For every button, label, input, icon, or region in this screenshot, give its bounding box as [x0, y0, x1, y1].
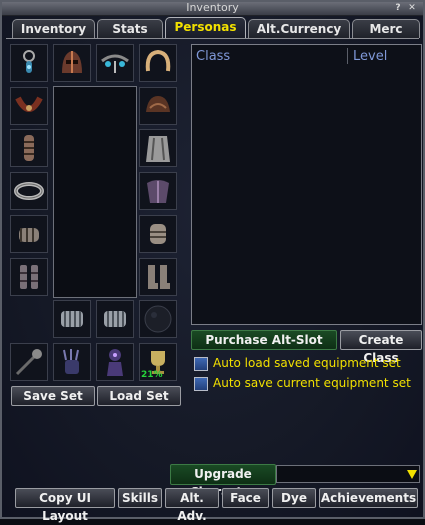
- tab-divider: [6, 38, 419, 39]
- gauntlet-icon: [19, 228, 39, 242]
- dropdown-arrow-icon[interactable]: [405, 468, 419, 481]
- dye-button[interactable]: Dye: [272, 488, 316, 508]
- leggings-icon: [20, 265, 38, 289]
- auto-save-label: Auto save current equipment set: [213, 376, 411, 390]
- neck-slot[interactable]: [10, 87, 48, 125]
- earring-icon: [23, 50, 35, 73]
- knuckle-guard-icon: [61, 311, 83, 327]
- tab-personas[interactable]: Personas: [165, 17, 246, 39]
- help-button[interactable]: ?: [393, 3, 403, 13]
- head-slot[interactable]: [53, 44, 91, 82]
- chest-slot[interactable]: [139, 172, 177, 210]
- auto-load-label: Auto load saved equipment set: [213, 356, 401, 370]
- column-divider: [347, 48, 348, 64]
- auto-save-checkbox[interactable]: [194, 377, 208, 391]
- shoulder-armor-icon: [146, 96, 170, 112]
- bracer-icon: [14, 182, 44, 200]
- hands-slot[interactable]: [139, 215, 177, 253]
- class-column-header[interactable]: Class: [196, 49, 230, 64]
- knuckle-guard-icon: [104, 311, 126, 327]
- legs-slot[interactable]: [10, 258, 48, 296]
- ear-slot-right[interactable]: [139, 44, 177, 82]
- back-slot[interactable]: [139, 129, 177, 167]
- face-slot[interactable]: [96, 44, 134, 82]
- primary-slot[interactable]: [10, 343, 48, 381]
- boots-icon: [148, 265, 170, 289]
- inventory-window: Inventory ? ✕ Inventory Stats Personas A…: [0, 0, 425, 523]
- ammo-slot[interactable]: [139, 300, 177, 338]
- orb-icon: [144, 305, 172, 333]
- window-title: Inventory: [186, 1, 239, 14]
- gloves-icon: [150, 224, 166, 244]
- face-button[interactable]: Face: [222, 488, 269, 508]
- feet-slot[interactable]: [139, 258, 177, 296]
- finger-slot-left[interactable]: [53, 300, 91, 338]
- horn-icon: [145, 49, 171, 72]
- mask-icon: [101, 54, 129, 73]
- class-list[interactable]: Class Level: [191, 44, 422, 325]
- upgrade-character-button[interactable]: Upgrade Character: [170, 464, 276, 499]
- tab-merc[interactable]: Merc: [352, 19, 420, 38]
- shoulders-slot[interactable]: [139, 87, 177, 125]
- arms-slot[interactable]: [10, 129, 48, 167]
- character-model-area: [53, 86, 137, 298]
- breastplate-icon: [147, 180, 169, 203]
- mace-icon: [15, 349, 42, 376]
- achievements-button[interactable]: Achievements: [319, 488, 418, 508]
- finger-slot-right[interactable]: [96, 300, 134, 338]
- ear-slot-left[interactable]: [10, 44, 48, 82]
- tab-alt-currency[interactable]: Alt.Currency: [248, 19, 350, 38]
- skills-button[interactable]: Skills: [118, 488, 162, 508]
- upgrade-character-field[interactable]: [276, 465, 420, 483]
- wrist-slot-right[interactable]: [10, 215, 48, 253]
- load-set-button[interactable]: Load Set: [97, 386, 181, 406]
- vambrace-icon: [24, 135, 34, 161]
- tab-stats[interactable]: Stats: [97, 19, 163, 38]
- wrist-slot-left[interactable]: [10, 172, 48, 210]
- title-bar[interactable]: Inventory ? ✕: [2, 1, 423, 16]
- secondary-slot[interactable]: [53, 343, 91, 381]
- level-column-header[interactable]: Level: [353, 49, 387, 64]
- purchase-alt-slot-button[interactable]: Purchase Alt-Slot: [191, 330, 337, 350]
- tab-inventory[interactable]: Inventory: [12, 19, 95, 38]
- save-set-button[interactable]: Save Set: [11, 386, 95, 406]
- cloak-icon: [146, 136, 170, 162]
- doll-icon: [107, 349, 123, 376]
- alt-adv-button[interactable]: Alt. Adv.: [165, 488, 219, 523]
- close-button[interactable]: ✕: [407, 3, 417, 13]
- auto-load-checkbox[interactable]: [194, 357, 208, 371]
- copy-ui-layout-button[interactable]: Copy UI Layout: [15, 488, 115, 523]
- collar-icon: [15, 96, 43, 112]
- create-class-button[interactable]: Create Class: [340, 330, 422, 365]
- charm-percent: 21%: [141, 370, 163, 380]
- charm-slot[interactable]: 21%: [139, 343, 177, 381]
- claw-icon: [63, 349, 79, 374]
- helmet-icon: [62, 51, 82, 73]
- power-source-slot[interactable]: [96, 343, 134, 381]
